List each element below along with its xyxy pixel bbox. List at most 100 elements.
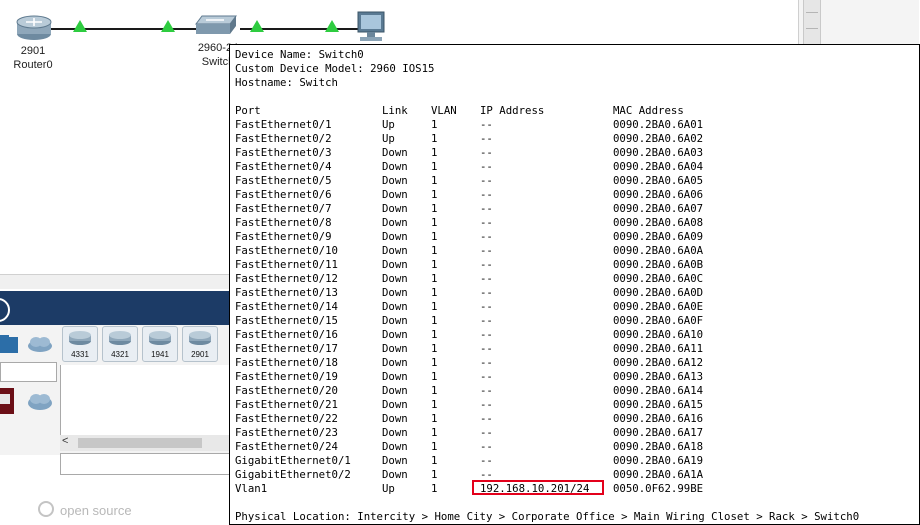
cell-mac: 0090.2BA0.6A11 [613, 342, 704, 355]
table-row: FastEthernet0/22 Down 1 -- 0090.2BA0.6A16 [230, 412, 910, 426]
cell-vlan: 1 [431, 286, 438, 299]
cell-link: Down [382, 202, 408, 215]
cell-ip: -- [480, 258, 493, 271]
model-label: 4331 [71, 350, 89, 359]
cell-vlan: 1 [431, 370, 438, 383]
cell-port: FastEthernet0/12 [235, 272, 338, 285]
cell-mac: 0090.2BA0.6A05 [613, 174, 704, 187]
cell-ip: -- [480, 118, 493, 131]
table-row: FastEthernet0/23 Down 1 -- 0090.2BA0.6A17 [230, 426, 910, 440]
router-icon [109, 331, 131, 345]
cell-mac: 0090.2BA0.6A1A [613, 468, 704, 481]
cell-mac: 0090.2BA0.6A13 [613, 370, 704, 383]
cell-mac: 0090.2BA0.6A0A [613, 244, 704, 257]
cell-port: FastEthernet0/23 [235, 426, 338, 439]
model-4321[interactable]: 4321 [102, 326, 138, 362]
model-label: 4321 [111, 350, 129, 359]
cell-ip: -- [480, 188, 493, 201]
cell-link: Down [382, 188, 408, 201]
cell-link: Down [382, 412, 408, 425]
router-name-label: Router0 [13, 59, 53, 71]
model-1941[interactable]: 1941 [142, 326, 178, 362]
cell-port: FastEthernet0/6 [235, 188, 332, 201]
cell-ip: -- [480, 356, 493, 369]
cell-vlan: 1 [431, 314, 438, 327]
table-row: FastEthernet0/9 Down 1 -- 0090.2BA0.6A09 [230, 230, 910, 244]
model-4331[interactable]: 4331 [62, 326, 98, 362]
device-list-area[interactable] [60, 365, 231, 437]
cell-mac: 0090.2BA0.6A18 [613, 440, 704, 453]
cell-vlan: 1 [431, 202, 438, 215]
cell-port: FastEthernet0/7 [235, 202, 332, 215]
folder-icon[interactable] [0, 333, 22, 355]
cell-vlan: 1 [431, 174, 438, 187]
cell-link: Down [382, 160, 408, 173]
vlan-link: Up [382, 482, 395, 495]
cell-mac: 0090.2BA0.6A10 [613, 328, 704, 341]
vlan-port: Vlan1 [235, 482, 268, 495]
scroll-left-arrow[interactable]: < [62, 435, 68, 447]
device-search-field[interactable] [0, 362, 57, 382]
cell-vlan: 1 [431, 188, 438, 201]
cell-vlan: 1 [431, 146, 438, 159]
cloud-icon[interactable] [26, 390, 54, 412]
cell-ip: -- [480, 160, 493, 173]
vertical-scrollbar[interactable] [803, 0, 821, 44]
cell-port: FastEthernet0/16 [235, 328, 338, 341]
cell-link: Down [382, 314, 408, 327]
router-device[interactable]: 2901 Router0 [10, 10, 56, 71]
model-2901[interactable]: 2901 [182, 326, 218, 362]
table-row: FastEthernet0/13 Down 1 -- 0090.2BA0.6A0D [230, 286, 910, 300]
cell-link: Down [382, 384, 408, 397]
table-row: GigabitEthernet0/1 Down 1 -- 0090.2BA0.6A19 [230, 454, 910, 468]
model-label: 1941 [151, 350, 169, 359]
opensource-link[interactable]: open source [38, 501, 132, 518]
table-row: FastEthernet0/20 Down 1 -- 0090.2BA0.6A14 [230, 384, 910, 398]
cell-mac: 0090.2BA0.6A04 [613, 160, 704, 173]
cell-ip: -- [480, 454, 493, 467]
table-row: FastEthernet0/11 Down 1 -- 0090.2BA0.6A0B [230, 258, 910, 272]
cell-link: Down [382, 146, 408, 159]
cable-router-switch[interactable] [48, 28, 200, 30]
custom-model-line: Custom Device Model: 2960 IOS15 [235, 62, 435, 75]
cell-mac: 0090.2BA0.6A12 [613, 356, 704, 369]
cloud-icon[interactable] [26, 334, 54, 354]
cell-port: FastEthernet0/8 [235, 216, 332, 229]
router-model-label: 2901 [20, 45, 46, 57]
cell-link: Down [382, 370, 408, 383]
cell-port: GigabitEthernet0/1 [235, 454, 351, 467]
cell-port: FastEthernet0/1 [235, 118, 332, 131]
cell-port: FastEthernet0/4 [235, 160, 332, 173]
cell-mac: 0090.2BA0.6A01 [613, 118, 704, 131]
vlan-vlan: 1 [431, 482, 438, 495]
device-info-tooltip: Device Name: Switch0 Custom Device Model… [229, 44, 920, 525]
pc-icon[interactable] [354, 10, 388, 44]
cell-link: Down [382, 398, 408, 411]
physical-location-line: Physical Location: Intercity > Home City… [235, 510, 860, 523]
port-table-header: Port Link VLAN IP Address MAC Address [230, 104, 910, 118]
red-device-icon[interactable] [0, 388, 14, 414]
cell-mac: 0090.2BA0.6A0E [613, 300, 704, 313]
header-mac: MAC Address [613, 104, 684, 117]
cell-port: FastEthernet0/3 [235, 146, 332, 159]
table-row: FastEthernet0/16 Down 1 -- 0090.2BA0.6A10 [230, 328, 910, 342]
cell-mac: 0090.2BA0.6A06 [613, 188, 704, 201]
cell-link: Down [382, 454, 408, 467]
panel-header-bar [0, 291, 232, 325]
table-row: FastEthernet0/21 Down 1 -- 0090.2BA0.6A15 [230, 398, 910, 412]
cell-mac: 0090.2BA0.6A14 [613, 384, 704, 397]
table-row: FastEthernet0/18 Down 1 -- 0090.2BA0.6A12 [230, 356, 910, 370]
scroll-thumb[interactable] [78, 438, 202, 448]
cell-port: FastEthernet0/17 [235, 342, 338, 355]
device-name-line: Device Name: Switch0 [235, 48, 364, 61]
model-description-field [60, 453, 234, 475]
cell-port: FastEthernet0/5 [235, 174, 332, 187]
cell-vlan: 1 [431, 412, 438, 425]
cell-link: Down [382, 300, 408, 313]
model-horizontal-scrollbar[interactable]: < [60, 435, 232, 451]
cell-link: Down [382, 258, 408, 271]
router-icon [16, 15, 52, 40]
mode-circle-icon[interactable] [0, 298, 10, 322]
cell-mac: 0090.2BA0.6A09 [613, 230, 704, 243]
cell-port: FastEthernet0/21 [235, 398, 338, 411]
